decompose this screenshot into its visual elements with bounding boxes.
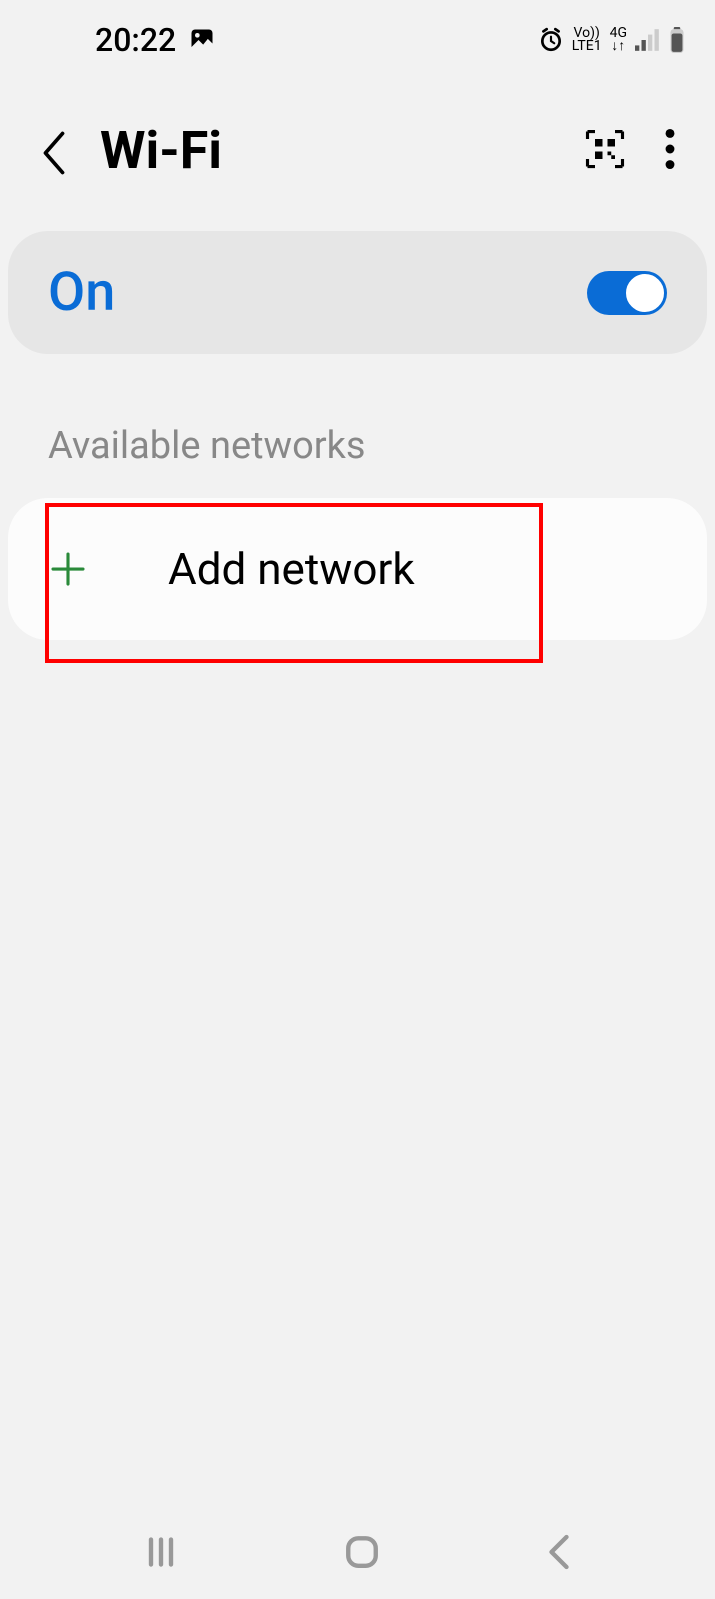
wifi-toggle-switch[interactable] [587,271,667,315]
available-networks-header: Available networks [0,364,715,498]
header-actions [585,129,675,173]
network-type-indicator: 4G ↓↑ [610,27,627,53]
add-network-row[interactable]: Add network [8,498,707,640]
wifi-toggle-row[interactable]: On [8,231,707,354]
alarm-icon [538,27,564,53]
status-right: Vo)) LTE1 4G ↓↑ [538,27,685,53]
picture-icon [188,26,216,54]
plus-icon [48,549,88,589]
header: Wi-Fi [0,70,715,221]
signal-icon [635,29,661,51]
back-button[interactable] [40,131,70,171]
volte-indicator: Vo)) LTE1 [572,27,602,53]
status-left: 20:22 [95,21,216,59]
nav-bar [0,1509,715,1599]
page-title: Wi-Fi [100,120,555,181]
add-network-label: Add network [168,543,415,595]
status-time: 20:22 [95,21,176,59]
status-bar: 20:22 Vo)) LTE1 4G ↓↑ [0,0,715,70]
wifi-status-label: On [48,261,115,324]
nav-recents-button[interactable] [141,1532,181,1576]
more-options-button[interactable] [665,129,675,173]
qr-scan-button[interactable] [585,129,625,173]
nav-home-button[interactable] [342,1532,382,1576]
nav-back-button[interactable] [544,1532,574,1576]
toggle-knob [625,273,665,313]
battery-icon [669,27,685,53]
